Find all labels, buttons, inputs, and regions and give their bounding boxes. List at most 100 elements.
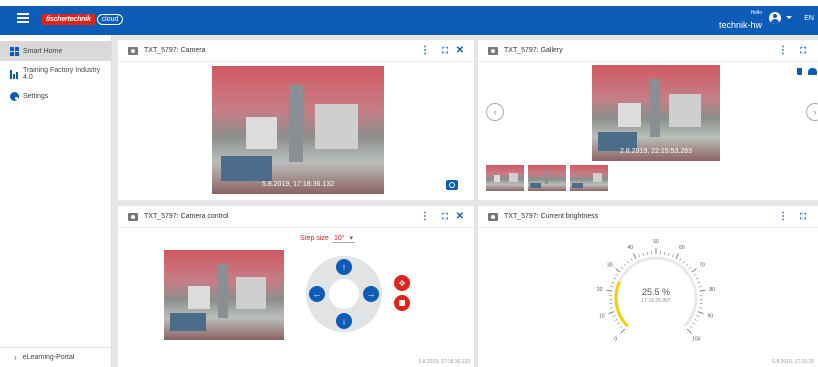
camera-card: TXT_5797: Camera ⋮ ⛶ ✕ 5.8.2019, 17:18:3… — [118, 40, 474, 200]
gauge-minor-tick — [613, 277, 617, 280]
more-vert-icon[interactable]: ⋮ — [778, 210, 788, 224]
camera-timestamp: 5.8.2019, 17:18:36.132 — [261, 181, 334, 188]
sidebar-item-label: Smart Home — [23, 47, 63, 55]
gauge-minor-tick — [623, 263, 627, 267]
gauge-major-tick — [606, 289, 613, 292]
card-header: TXT_5797: Camera control ⋮ ⛶ ✕ — [118, 206, 474, 228]
more-vert-icon[interactable]: ⋮ — [420, 44, 430, 58]
gauge-minor-tick — [698, 286, 702, 288]
factory-chart-icon — [10, 69, 19, 79]
gauge-minor-tick — [615, 273, 619, 276]
gauge-minor-tick — [630, 258, 633, 261]
sidebar-item-training-factory[interactable]: Training Factory Industry 4.0 — [0, 64, 111, 84]
language-selector[interactable]: EN — [804, 15, 814, 22]
previous-image-button[interactable]: ‹ — [486, 103, 504, 121]
gauge-minor-tick — [682, 260, 686, 264]
gauge-major-tick — [686, 328, 692, 334]
gauge-tick-label: 60 — [679, 245, 685, 251]
brightness-time: 17:16:25.997 — [641, 298, 671, 304]
gauge-major-tick — [699, 289, 706, 292]
gauge-minor-tick — [642, 252, 644, 256]
gauge-major-tick — [697, 311, 704, 314]
gallery-thumbnail[interactable] — [528, 165, 566, 191]
gauge-major-tick — [675, 253, 680, 259]
gauge-tick-label: 40 — [627, 245, 633, 251]
hello-label: Hello — [750, 10, 762, 16]
gauge-major-tick — [615, 268, 621, 273]
tilt-down-button[interactable]: ↓ — [336, 313, 352, 329]
gauge-minor-tick — [679, 258, 682, 261]
gauge-minor-tick — [611, 281, 615, 284]
gallery-timestamp: 2.8.2019, 22:15:53.263 — [619, 148, 692, 155]
logo-text: fischertechnik — [42, 14, 95, 25]
more-vert-icon[interactable]: ⋮ — [420, 210, 430, 224]
fullscreen-icon[interactable]: ⛶ — [442, 210, 448, 224]
delete-icon[interactable] — [797, 68, 802, 75]
gauge-minor-tick — [695, 277, 699, 280]
card-title: TXT_5797: Current brightness — [504, 213, 599, 220]
card-timestamp: 5.8.2019, 17:16:25 — [772, 359, 814, 365]
sidebar-item-settings[interactable]: Settings — [0, 86, 111, 106]
gauge-minor-tick — [620, 266, 624, 270]
card-header: TXT_5797: Camera ⋮ ⛶ ✕ — [118, 40, 474, 62]
fischertechnik-cloud-logo[interactable]: fischertechnik cloud — [42, 12, 124, 27]
cloud-upload-icon[interactable] — [808, 68, 817, 75]
sidebar-item-label: Settings — [23, 92, 49, 100]
gauge-tick-label: 90 — [707, 314, 713, 320]
gauge-tick-label: 50 — [653, 239, 659, 245]
center-position-button[interactable]: ✥ — [394, 275, 410, 291]
fullscreen-icon[interactable]: ⛶ — [800, 44, 806, 58]
gauge-minor-tick — [685, 263, 689, 267]
close-icon[interactable]: ✕ — [456, 210, 464, 224]
gauge-minor-tick — [646, 251, 649, 255]
more-vert-icon[interactable]: ⋮ — [778, 44, 788, 58]
gauge-major-tick — [620, 328, 626, 334]
step-size-value: 10° — [334, 235, 345, 242]
gallery-thumbnail[interactable] — [486, 165, 524, 191]
gauge-minor-tick — [671, 254, 674, 258]
gauge-tick-label: 80 — [710, 287, 716, 293]
gauge-tick-label: 100 — [692, 336, 701, 342]
pan-right-button[interactable]: → — [363, 286, 379, 302]
gauge-minor-tick — [693, 273, 697, 276]
gauge-minor-tick — [619, 325, 623, 329]
account-circle-icon[interactable] — [769, 12, 781, 24]
tilt-up-button[interactable]: ↑ — [336, 259, 352, 275]
step-size-select[interactable]: 10° ▾ — [332, 234, 356, 243]
next-image-button[interactable]: › — [806, 103, 818, 121]
gauge-minor-tick — [610, 307, 614, 309]
gauge-minor-tick — [610, 286, 614, 288]
gauge-minor-tick — [638, 254, 641, 258]
user-greeting[interactable]: Hello technik-hw — [719, 11, 762, 32]
gauge-minor-tick — [663, 251, 666, 255]
gauge-tick-label: 0 — [614, 336, 617, 342]
fullscreen-icon[interactable]: ⛶ — [800, 210, 806, 224]
pan-left-button[interactable]: ← — [309, 286, 325, 302]
gauge-minor-tick — [626, 260, 630, 264]
card-header: TXT_5797: Current brightness ⋮ ⛶ — [478, 206, 818, 228]
sidebar-item-elearning-portal[interactable]: › eLearning-Portal — [0, 347, 112, 367]
camera-snapshot-icon[interactable] — [446, 180, 458, 190]
chevron-right-icon: › — [14, 353, 17, 362]
gauge-minor-tick — [614, 318, 618, 321]
gauge-tick-label: 20 — [597, 287, 603, 293]
sidebar-item-smart-home[interactable]: Smart Home — [0, 41, 111, 61]
caret-down-icon[interactable] — [786, 16, 792, 19]
step-size-label: Step size — [300, 235, 329, 242]
gauge-tick-label: 10 — [599, 314, 605, 320]
gauge-minor-tick — [688, 266, 692, 270]
brightness-card: TXT_5797: Current brightness ⋮ ⛶ 0 10 20 30… — [478, 206, 818, 367]
gauge-minor-tick — [696, 315, 700, 317]
gauge-minor-tick — [689, 325, 693, 329]
sidebar-item-label: eLearning-Portal — [22, 354, 75, 361]
gallery-thumbnail[interactable] — [570, 165, 608, 191]
stop-button[interactable] — [394, 295, 410, 311]
hamburger-menu-icon[interactable] — [17, 13, 29, 23]
fullscreen-icon[interactable]: ⛶ — [442, 44, 448, 58]
dashboard-icon — [10, 46, 19, 56]
username: technik-hw — [718, 20, 762, 30]
card-timestamp: 5.8.2019, 17:18:36.132 — [418, 359, 470, 365]
gauge-minor-tick — [692, 322, 696, 325]
logo-cloud: cloud — [96, 14, 124, 25]
close-icon[interactable]: ✕ — [456, 44, 464, 58]
